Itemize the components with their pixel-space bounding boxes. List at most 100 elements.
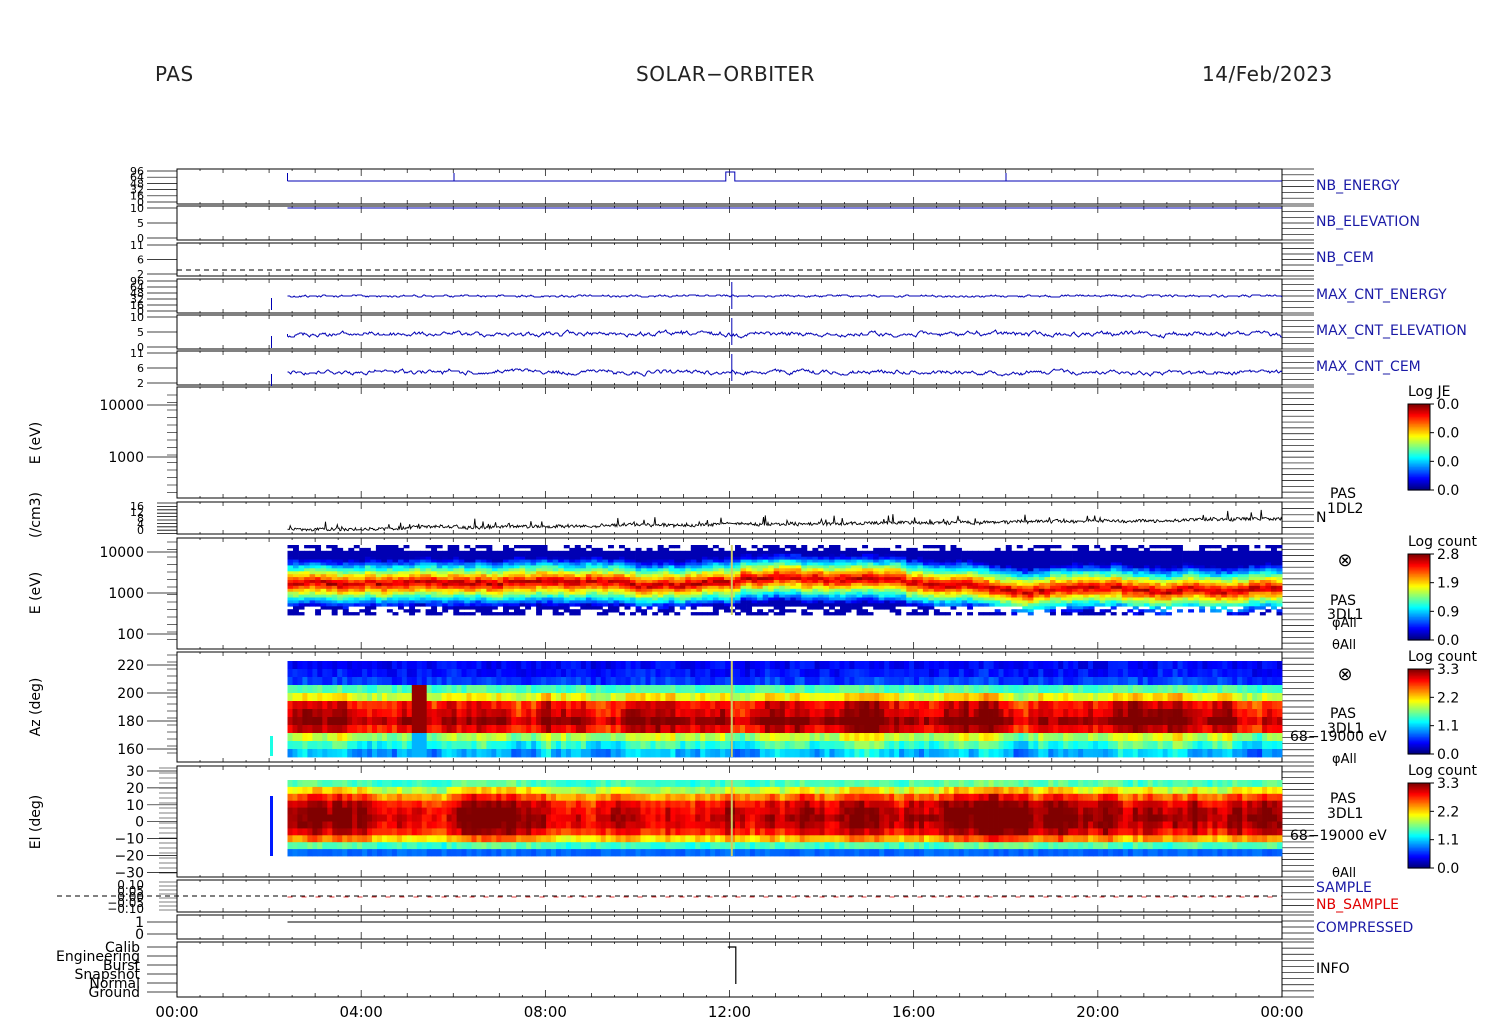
- spectrogram-cell: [536, 597, 543, 601]
- spectrogram-cell: [817, 594, 824, 598]
- spectrogram-cell: [895, 550, 902, 555]
- spectrogram-cell: [1237, 603, 1244, 607]
- spectrogram-cell: [1160, 562, 1167, 566]
- spectrogram-cell: [840, 556, 846, 561]
- spectrogram-cell: [961, 594, 968, 598]
- spectrogram-cell: [812, 580, 819, 584]
- spectrogram-cell: [1254, 556, 1261, 561]
- spectrogram-cell: [409, 571, 416, 575]
- spectrogram-cell: [414, 594, 421, 598]
- spectrogram-cell: [718, 585, 725, 590]
- spectrogram-cell: [718, 556, 725, 561]
- spectrogram-cell: [585, 568, 592, 572]
- spectrogram-cell: [1110, 559, 1117, 563]
- spectrogram-cell: [884, 603, 891, 607]
- spectrogram-cell: [574, 582, 581, 587]
- spectrogram-cell: [922, 582, 929, 587]
- spectrogram-cell: [635, 591, 642, 596]
- spectrogram-cell: [442, 606, 449, 610]
- spectrogram-cell: [1094, 582, 1101, 587]
- spectrogram-cell: [403, 591, 410, 596]
- spectrogram-cell: [873, 594, 880, 598]
- spectrogram-cell: [906, 547, 913, 552]
- spectrogram-cell: [558, 603, 565, 607]
- spectrogram-cell: [851, 582, 858, 587]
- spectrogram-cell: [624, 574, 631, 578]
- spectrogram-cell: [337, 574, 344, 578]
- spectrogram-cell: [381, 568, 388, 572]
- spectrogram-cell: [712, 612, 719, 616]
- spectrogram-cell: [895, 582, 902, 587]
- spectrogram-cell: [1254, 600, 1261, 604]
- spectrogram-cell: [304, 577, 311, 581]
- spectrogram-cell: [707, 574, 714, 578]
- spectrogram-cell: [1088, 582, 1095, 587]
- spectrogram-cell: [895, 594, 902, 598]
- spectrogram-cell: [1011, 612, 1018, 616]
- spectrogram-cell: [1044, 606, 1051, 610]
- spectrogram-cell: [933, 545, 940, 549]
- spectrogram-cell: [1226, 597, 1233, 601]
- spectrogram-cell: [1016, 556, 1023, 561]
- spectrogram-cell: [900, 585, 907, 590]
- spectrogram-cell: [674, 559, 681, 563]
- spectrogram-cell: [386, 553, 393, 558]
- colorbar-1dl2-tick-label: 0.0: [1437, 397, 1459, 413]
- spectrogram-cell: [1215, 568, 1222, 572]
- spectrogram-cell: [862, 582, 869, 587]
- spectrogram-cell: [856, 609, 863, 613]
- spectrogram-cell: [569, 559, 576, 563]
- spectrogram-cell: [1215, 556, 1222, 561]
- spectrogram-cell: [353, 582, 360, 587]
- spectrogram-cell: [353, 600, 360, 604]
- spectrogram-cell: [386, 565, 393, 569]
- spectrogram-cell: [895, 580, 902, 584]
- summary-plot: 96644832160NB_ENERGY1050NB_ELEVATION1162…: [28, 165, 1477, 1020]
- spectrogram-cell: [812, 562, 819, 566]
- spectrogram-cell: [834, 550, 841, 555]
- spectrogram-cell: [956, 556, 962, 561]
- spectrogram-cell: [585, 594, 592, 598]
- spectrogram-cell: [834, 609, 841, 613]
- spectrogram-cell: [685, 582, 692, 587]
- spectrogram-cell: [403, 553, 410, 558]
- spectrogram-cell: [315, 585, 322, 590]
- spectrogram-cell: [375, 547, 382, 552]
- spectrogram-cell: [779, 588, 786, 593]
- spectrogram-cell: [464, 550, 471, 555]
- spectrogram-cell: [1154, 585, 1161, 590]
- spectrogram-cell: [1105, 577, 1112, 581]
- spectrogram-cell: [635, 606, 642, 610]
- spectrogram-cell: [740, 580, 747, 584]
- spectrogram-cell: [414, 585, 421, 590]
- spectrogram-cell: [817, 556, 824, 561]
- spectrogram-cell: [1099, 556, 1106, 561]
- spectrogram-cell: [503, 582, 509, 587]
- spectrogram-cell: [1166, 562, 1172, 566]
- spectrogram-cell: [359, 609, 366, 613]
- spectrogram-cell: [480, 585, 487, 590]
- spectrogram-cell: [718, 550, 725, 555]
- spectrogram-cell: [806, 585, 813, 590]
- spectrogram-cell: [922, 591, 929, 596]
- spectrogram-cell: [436, 582, 443, 587]
- spectrogram-cell: [541, 553, 548, 558]
- spectrogram-cell: [558, 580, 565, 584]
- spectrogram-cell: [812, 603, 819, 607]
- spectrogram-cell: [541, 559, 548, 563]
- spectrogram-cell: [1016, 585, 1023, 590]
- spectrogram-cell: [1088, 574, 1095, 578]
- spectrogram-cell: [917, 597, 924, 601]
- spectrogram-cell: [674, 594, 681, 598]
- spectrogram-cell: [458, 603, 465, 607]
- spectrogram-cell: [1099, 600, 1106, 604]
- spectrogram-cell: [1248, 574, 1255, 578]
- spectrogram-cell: [298, 580, 305, 584]
- spectrogram-cell: [972, 553, 979, 558]
- spectrogram-cell: [895, 609, 902, 613]
- spectrogram-cell: [480, 600, 487, 604]
- spectrogram-cell: [453, 600, 460, 604]
- spectrogram-cell: [851, 585, 858, 590]
- spectrogram-cell: [342, 580, 349, 584]
- spectrogram-cell: [884, 585, 891, 590]
